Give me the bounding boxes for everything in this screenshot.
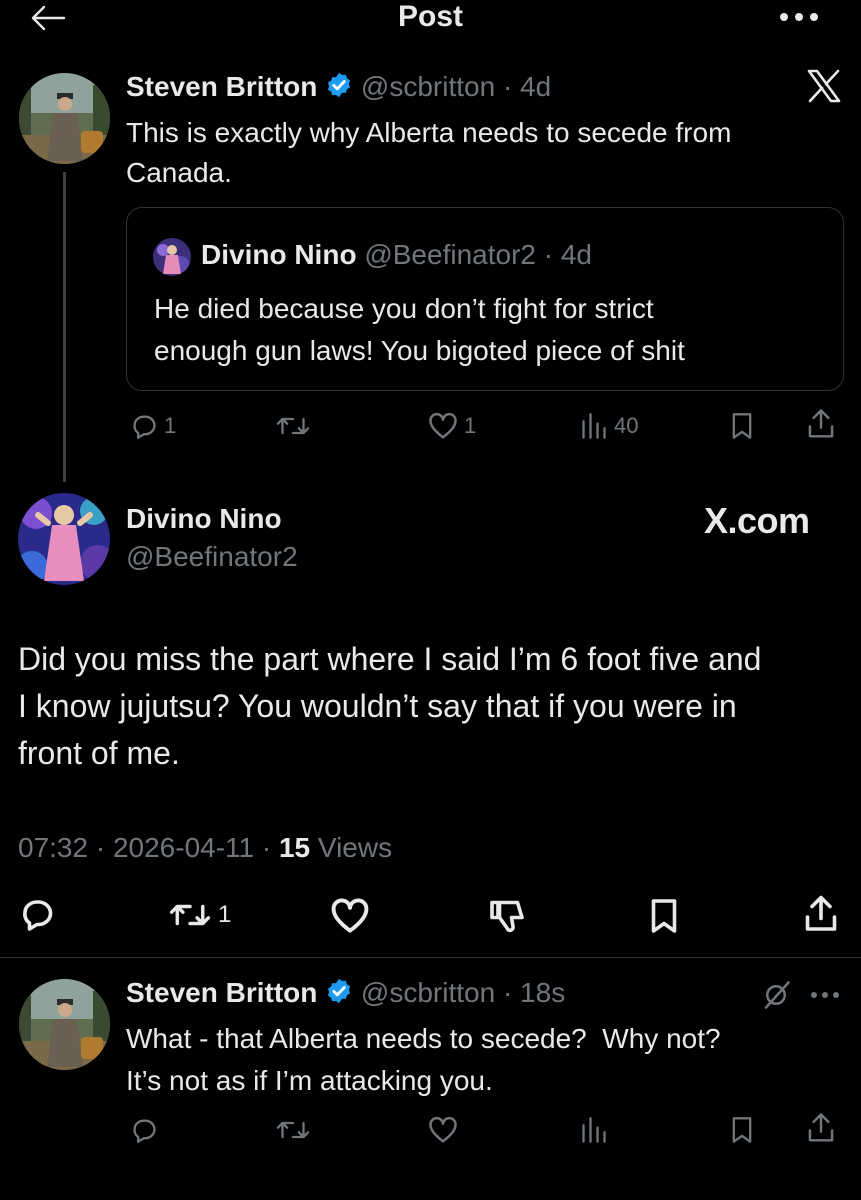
- repost-count-main: 1: [218, 901, 232, 928]
- quote-author-name: Divino Nino: [201, 239, 357, 270]
- post-time: · 4d: [502, 71, 552, 102]
- repost-button-main[interactable]: 1: [168, 898, 231, 932]
- post1-text-line1: This is exactly why Alberta needs to sec…: [126, 117, 732, 148]
- avatar-divino-nino-small: [153, 238, 191, 276]
- reply-author-name[interactable]: Steven Britton: [126, 977, 317, 1008]
- views-label: Views: [310, 832, 393, 863]
- bookmark-icon: [651, 899, 677, 933]
- post1-text: This is exactly why Alberta needs to sec…: [126, 113, 731, 193]
- x-com-watermark: X.com: [704, 500, 810, 541]
- main-text-line3: front of me.: [18, 735, 180, 771]
- verified-badge-icon: [325, 977, 353, 1012]
- grok-icon[interactable]: [760, 980, 792, 1010]
- bookmark-button-main[interactable]: [648, 898, 680, 934]
- verified-badge-icon: [325, 71, 353, 106]
- divider: [0, 957, 861, 958]
- share-button[interactable]: [806, 408, 836, 440]
- reply-button-main[interactable]: [19, 896, 55, 932]
- views-icon: [582, 1117, 606, 1143]
- quote-text-line1: He died because you don’t fight for stri…: [154, 293, 654, 324]
- downvote-button-main[interactable]: [487, 898, 527, 934]
- repost-button-reply[interactable]: [275, 1116, 311, 1144]
- reply-author-handle[interactable]: @scbritton: [361, 977, 495, 1008]
- author-handle[interactable]: @scbritton: [361, 71, 495, 102]
- views-count-main: 15: [278, 832, 311, 863]
- reply-button[interactable]: 1: [130, 412, 176, 440]
- share-button-reply[interactable]: [806, 1112, 836, 1144]
- bookmark-icon: [732, 1117, 752, 1143]
- main-text-line1: Did you miss the part where I said I’m 6…: [18, 641, 762, 677]
- quote-text-line2: enough gun laws! You bigoted piece of sh…: [154, 335, 685, 366]
- share-icon: [808, 1113, 834, 1142]
- reply-button-reply[interactable]: [130, 1116, 158, 1144]
- post-timestamp: 07:32 · 2026-04-11 ·: [18, 832, 279, 863]
- share-icon: [805, 895, 837, 931]
- views-button[interactable]: 40: [580, 412, 638, 440]
- reply-time: · 18s: [502, 977, 566, 1008]
- share-button-main[interactable]: [803, 894, 839, 934]
- repost-button[interactable]: [275, 412, 311, 440]
- share-icon: [808, 409, 834, 438]
- heart-icon: [429, 412, 457, 439]
- bookmark-button[interactable]: [729, 412, 755, 440]
- page-title: Post: [397, 0, 463, 33]
- views-button-reply[interactable]: [580, 1116, 608, 1144]
- avatar-steven-britton-reply[interactable]: [19, 979, 110, 1070]
- thumbs-down-icon: [490, 900, 524, 933]
- like-button[interactable]: 1: [428, 412, 476, 440]
- reply-icon: [133, 1119, 156, 1143]
- views-icon: [582, 413, 606, 439]
- heart-icon: [429, 1116, 457, 1143]
- repost-icon: [169, 904, 211, 926]
- avatar-divino-nino[interactable]: [18, 493, 110, 585]
- thread-line: [63, 172, 66, 482]
- quoted-post[interactable]: Divino Nino @Beefinator2 · 4d He died be…: [126, 207, 844, 391]
- quote-time: · 4d: [543, 239, 592, 270]
- like-button-reply[interactable]: [428, 1116, 458, 1144]
- main-author-handle[interactable]: @Beefinator2: [126, 541, 298, 573]
- post1-text-line2: Canada.: [126, 157, 232, 188]
- post-metadata: 07:32 · 2026-04-11 · 15 Views: [18, 832, 392, 864]
- reply-header: Steven Britton @scbritton · 18s: [126, 977, 565, 1012]
- author-name[interactable]: Steven Britton: [126, 71, 317, 102]
- reply-text: What - that Alberta needs to secede? Why…: [126, 1018, 721, 1102]
- repost-icon: [276, 417, 310, 435]
- post1-header: Steven Britton @scbritton · 4d: [126, 71, 551, 106]
- bookmark-button-reply[interactable]: [729, 1116, 755, 1144]
- reply-icon: [23, 900, 53, 931]
- x-logo-icon: [806, 69, 842, 108]
- reply-count: 1: [164, 413, 177, 438]
- heart-icon: [331, 898, 369, 933]
- views-count: 40: [614, 413, 639, 438]
- repost-icon: [276, 1121, 310, 1139]
- reply-icon: [133, 415, 156, 439]
- reply-text-line2: It’s not as if I’m attacking you.: [126, 1065, 493, 1096]
- main-post-text: Did you miss the part where I said I’m 6…: [18, 636, 761, 777]
- avatar-steven-britton[interactable]: [19, 73, 110, 164]
- quote-text: He died because you don’t fight for stri…: [154, 288, 685, 372]
- reply-more-options-icon[interactable]: [810, 990, 840, 1000]
- like-button-main[interactable]: [330, 898, 370, 934]
- quote-header: Divino Nino @Beefinator2 · 4d: [201, 239, 592, 271]
- more-options-icon[interactable]: [778, 11, 820, 23]
- main-text-line2: I know jujutsu? You wouldn’t say that if…: [18, 688, 737, 724]
- main-author-name[interactable]: Divino Nino: [126, 503, 282, 535]
- quote-author-handle: @Beefinator2: [364, 239, 536, 270]
- like-count: 1: [464, 413, 477, 438]
- reply-text-line1: What - that Alberta needs to secede? Why…: [126, 1023, 721, 1054]
- bookmark-icon: [732, 413, 752, 439]
